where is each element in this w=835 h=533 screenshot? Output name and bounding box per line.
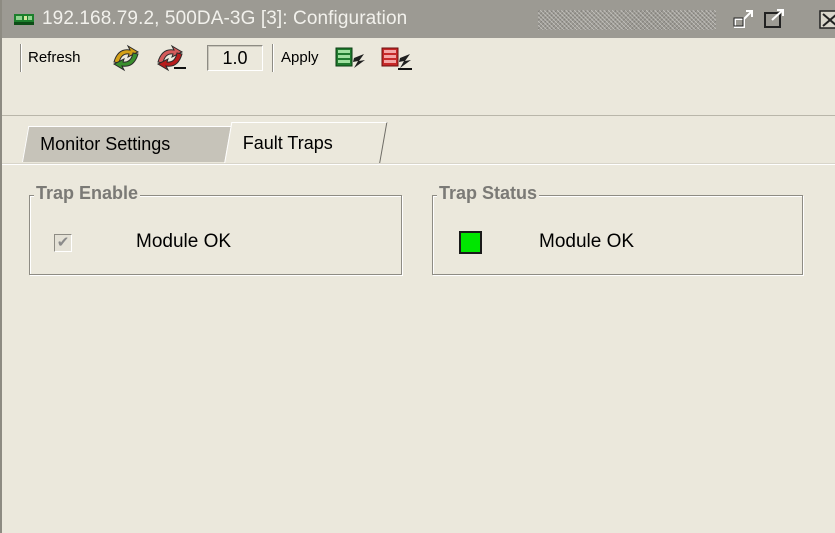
toolbar-row: Refresh 1.0 Apply (2, 38, 835, 78)
version-field[interactable]: 1.0 (207, 45, 263, 71)
toolbar: Refresh 1.0 Apply (2, 38, 835, 116)
trap-enable-panel: Trap Enable ✔ Module OK (29, 183, 402, 275)
title-drag-area[interactable] (538, 10, 716, 30)
toolbar-separator (272, 44, 274, 72)
trap-status-panel: Trap Status Module OK (432, 183, 803, 275)
refresh-stop-icon[interactable] (152, 44, 188, 72)
tab-monitor-settings[interactable]: Monitor Settings (22, 126, 235, 162)
module-ok-status-label: Module OK (539, 231, 635, 252)
module-ok-enable-label: Module OK (136, 231, 232, 252)
close-icon[interactable] (802, 8, 835, 30)
apply-stop-icon[interactable] (378, 44, 414, 72)
apply-button[interactable]: Apply (281, 49, 319, 66)
tab-label: Monitor Settings (40, 134, 171, 154)
trap-status-title: Trap Status (437, 183, 540, 204)
maximize-icon[interactable] (762, 8, 788, 30)
apply-icon[interactable] (332, 44, 368, 72)
tab-strip: Monitor Settings Fault Traps (2, 122, 835, 164)
trap-enable-title: Trap Enable (34, 183, 141, 204)
module-ok-checkbox[interactable]: ✔ (54, 234, 72, 252)
tab-fault-traps[interactable]: Fault Traps (224, 122, 388, 164)
network-card-icon (14, 14, 34, 25)
check-icon: ✔ (56, 234, 70, 251)
configuration-window: 192.168.79.2, 500DA-3G [3]: Configuratio… (0, 0, 835, 533)
undock-icon[interactable] (732, 8, 758, 30)
title-bar[interactable]: 192.168.79.2, 500DA-3G [3]: Configuratio… (2, 0, 835, 38)
tab-divider (2, 163, 835, 165)
refresh-icon[interactable] (108, 44, 144, 72)
refresh-button[interactable]: Refresh (28, 49, 81, 66)
module-ok-status-indicator (459, 231, 482, 254)
window-title: 192.168.79.2, 500DA-3G [3]: Configuratio… (42, 8, 408, 29)
toolbar-separator (20, 44, 22, 72)
tab-label: Fault Traps (242, 133, 333, 153)
